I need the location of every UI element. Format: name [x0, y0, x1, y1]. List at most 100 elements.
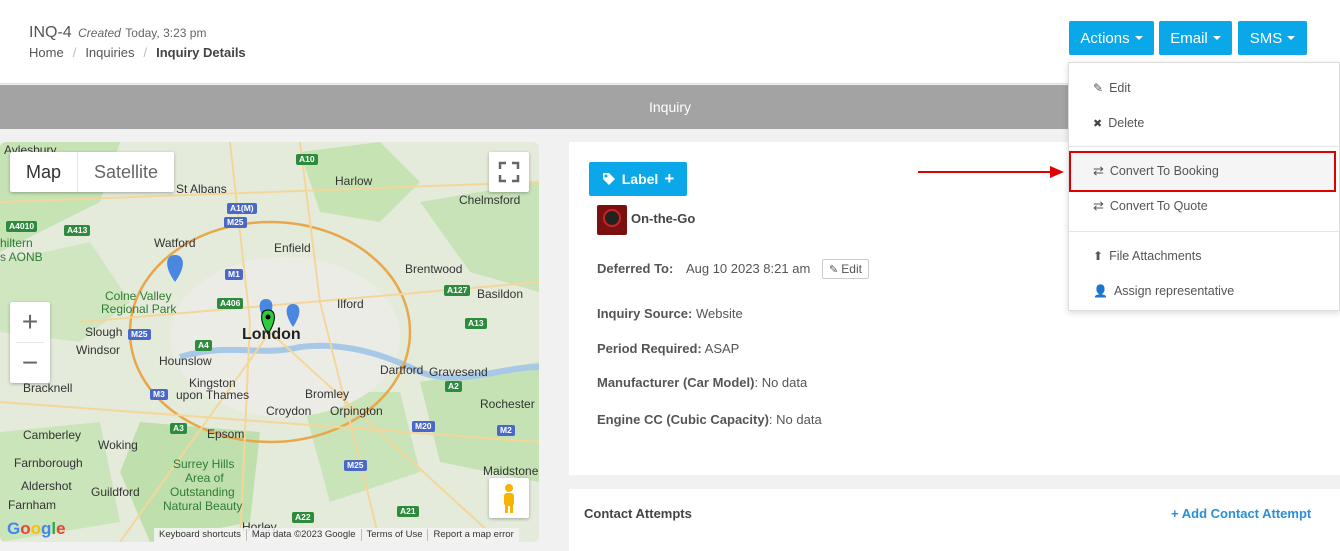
map-place: Bracknell — [23, 381, 73, 395]
menu-item-file-attachments[interactable]: ⬆ File Attachments — [1069, 243, 1339, 269]
map-place: Basildon — [477, 287, 524, 301]
minus-icon: − — [21, 347, 39, 378]
map-footer: Keyboard shortcuts Map data ©2023 Google… — [154, 528, 519, 542]
road-shield: A1(M) — [227, 203, 257, 214]
map-place: Bromley — [305, 387, 350, 401]
sms-button[interactable]: SMS — [1238, 21, 1307, 55]
zoom-out-button[interactable]: − — [10, 343, 50, 383]
inquiry-id: INQ-4 — [29, 24, 72, 41]
zoom-in-button[interactable]: + — [10, 302, 50, 342]
company-logo — [597, 205, 627, 235]
road-shield: M25 — [224, 217, 247, 228]
actions-button[interactable]: Actions — [1069, 21, 1154, 55]
menu-item-label: File Attachments — [1109, 249, 1202, 263]
menu-item-label: Convert To Booking — [1109, 164, 1219, 178]
map-place: Croydon — [266, 404, 312, 418]
plus-icon: + — [21, 306, 39, 337]
road-shield: A21 — [397, 506, 419, 517]
map-place: Area of — [185, 471, 224, 485]
map-data-text: Map data ©2023 Google — [247, 529, 362, 541]
edit-icon: ✎ — [1093, 81, 1104, 95]
fullscreen-icon — [498, 161, 520, 183]
plus-icon: + — [664, 169, 675, 188]
fullscreen-button[interactable] — [489, 152, 529, 192]
road-shield: M2 — [497, 425, 515, 436]
map-place: Guildford — [91, 485, 140, 499]
delete-icon: ✖ — [1093, 117, 1103, 130]
menu-divider — [1069, 231, 1339, 232]
menu-item-convert-to-booking[interactable]: ⇄ Convert To Booking — [1069, 158, 1339, 184]
map-place: Maidstone — [483, 464, 539, 478]
deferred-edit-button[interactable]: ✎ Edit — [822, 259, 869, 279]
period-field: Period Required: ASAP — [597, 341, 739, 356]
road-shield: A3 — [170, 423, 187, 434]
map-place: Natural Beauty — [163, 499, 243, 513]
road-shield: A4 — [195, 340, 212, 351]
caret-down-icon — [1134, 36, 1143, 40]
period-label: Period Required: — [597, 341, 702, 356]
menu-item-label: Edit — [1109, 81, 1131, 95]
label-button-text: Label — [621, 171, 659, 187]
upload-icon: ⬆ — [1093, 249, 1104, 263]
map-place: Orpington — [330, 404, 383, 418]
caret-down-icon — [1212, 36, 1221, 40]
map-place: Rochester — [480, 397, 535, 411]
road-shield: A127 — [444, 285, 471, 296]
report-error-link[interactable]: Report a map error — [428, 529, 518, 541]
road-shield: A10 — [296, 154, 318, 165]
add-contact-attempt-link[interactable]: + Add Contact Attempt — [1171, 506, 1311, 521]
manufacturer-label: Manufacturer (Car Model) — [597, 375, 755, 390]
menu-item-label: Delete — [1108, 116, 1145, 130]
terms-link[interactable]: Terms of Use — [362, 529, 429, 541]
road-shield: A4010 — [6, 221, 38, 232]
menu-item-label: Convert To Quote — [1109, 199, 1208, 213]
plus-icon: + — [1171, 506, 1179, 521]
map-place: Dartford — [380, 363, 424, 377]
map-place-london: London — [242, 326, 301, 343]
label-button[interactable]: Label + — [589, 162, 687, 196]
map-type-map-button[interactable]: Map — [10, 152, 77, 192]
email-label: Email — [1170, 29, 1208, 47]
map-type-control: Map Satellite — [10, 152, 175, 192]
email-button[interactable]: Email — [1159, 21, 1232, 55]
road-shield: M3 — [150, 389, 168, 400]
created-label: Created — [78, 26, 121, 40]
zoom-control: + − — [10, 302, 50, 383]
menu-item-assign-representative[interactable]: 👤 Assign representative — [1069, 278, 1339, 304]
map-place: Epsom — [207, 427, 245, 441]
period-value: ASAP — [704, 341, 740, 356]
breadcrumb-inquiries[interactable]: Inquiries — [85, 45, 134, 60]
edit-label: Edit — [841, 262, 862, 276]
map-place: Brentwood — [405, 262, 463, 276]
map-type-satellite-button[interactable]: Satellite — [77, 152, 174, 192]
map-place: Surrey Hills — [173, 457, 235, 471]
sms-label: SMS — [1249, 29, 1283, 47]
map-place: Colne Valley — [105, 289, 172, 303]
tag-icon — [602, 173, 615, 185]
road-shield: A22 — [292, 512, 314, 523]
source-field: Inquiry Source: Website — [597, 306, 743, 321]
google-logo: Google — [7, 519, 66, 538]
road-shield: M20 — [412, 421, 435, 432]
user-plus-icon: 👤 — [1093, 284, 1108, 298]
keyboard-shortcuts-link[interactable]: Keyboard shortcuts — [154, 529, 247, 541]
manufacturer-value: : No data — [754, 375, 808, 390]
source-value: Website — [695, 306, 743, 321]
street-view-button[interactable] — [489, 478, 529, 518]
menu-item-convert-to-quote[interactable]: ⇄ Convert To Quote — [1069, 193, 1339, 219]
map-place: upon Thames — [176, 388, 250, 402]
contact-attempts-title: Contact Attempts — [584, 506, 692, 521]
deferred-value: Aug 10 2023 8:21 am — [685, 261, 811, 276]
menu-item-delete[interactable]: ✖ Delete — [1069, 110, 1339, 136]
caret-down-icon — [1287, 36, 1296, 40]
map-place: Harlow — [335, 174, 373, 188]
road-shield: A2 — [445, 381, 462, 392]
map-place: Farnham — [8, 498, 57, 512]
breadcrumb: Home / Inquiries / Inquiry Details — [29, 45, 246, 60]
map-place: hiltern — [0, 236, 33, 250]
menu-item-edit[interactable]: ✎ Edit — [1069, 75, 1339, 101]
deferred-label: Deferred To: — [597, 261, 674, 276]
road-shield: A406 — [217, 298, 244, 309]
map-place: s AONB — [0, 250, 43, 264]
breadcrumb-home[interactable]: Home — [29, 45, 64, 60]
